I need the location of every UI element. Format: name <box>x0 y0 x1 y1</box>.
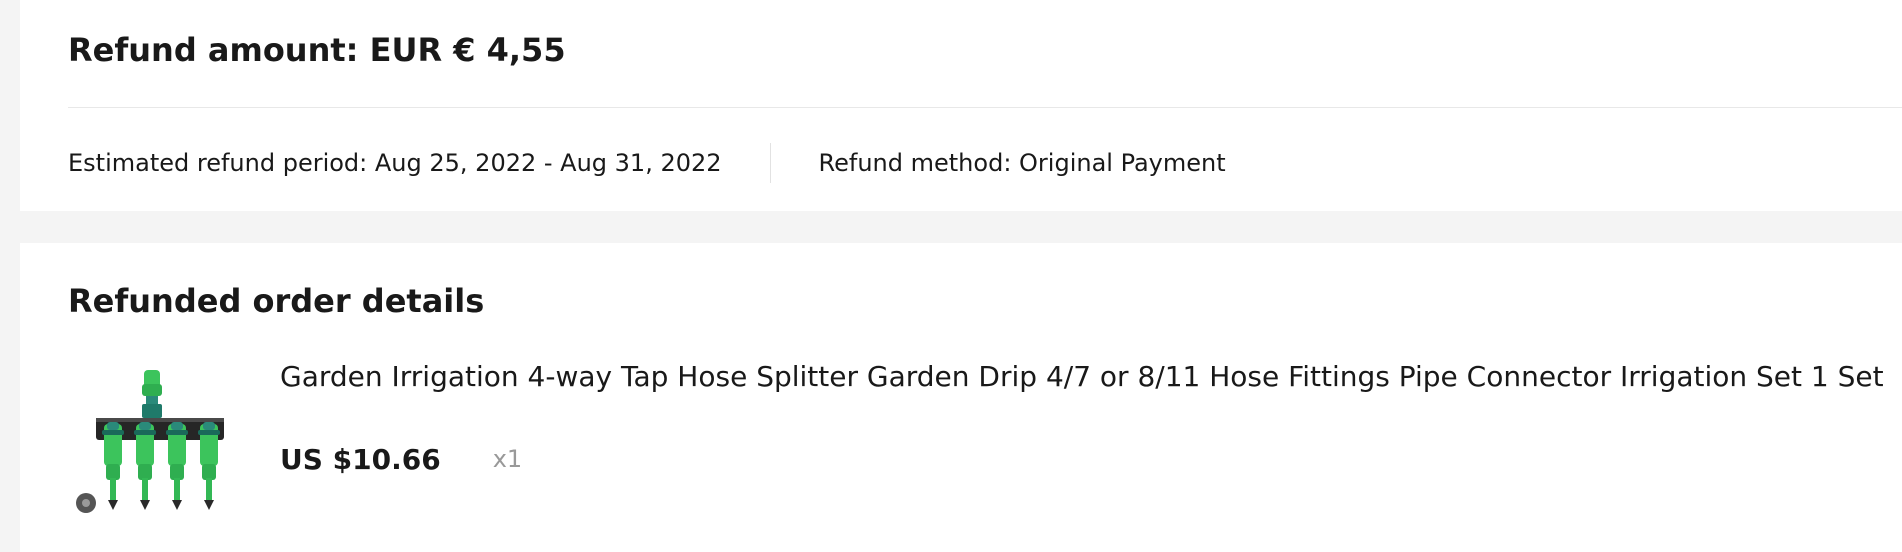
section-title: Refunded order details <box>68 282 485 320</box>
summary-divider <box>68 107 1902 108</box>
product-quantity: x1 <box>492 445 523 473</box>
product-title[interactable]: Garden Irrigation 4-way Tap Hose Splitte… <box>280 357 1884 397</box>
meta-separator <box>769 143 771 183</box>
hose-splitter-product-image[interactable] <box>68 364 236 532</box>
refund-period: Estimated refund period: Aug 25, 2022 - … <box>68 149 722 177</box>
refund-method: Refund method: Original Payment <box>818 149 1226 177</box>
price-row: US $10.66 x1 <box>280 439 522 479</box>
refund-amount: Refund amount: EUR € 4,55 <box>68 31 566 69</box>
refund-summary-card: Refund amount: EUR € 4,55 Estimated refu… <box>20 0 1902 211</box>
product-price: US $10.66 <box>280 442 441 476</box>
refunded-order-details-card: Refunded order details Garden Irrigation… <box>20 243 1902 552</box>
refund-meta-row: Estimated refund period: Aug 25, 2022 - … <box>68 143 1226 183</box>
